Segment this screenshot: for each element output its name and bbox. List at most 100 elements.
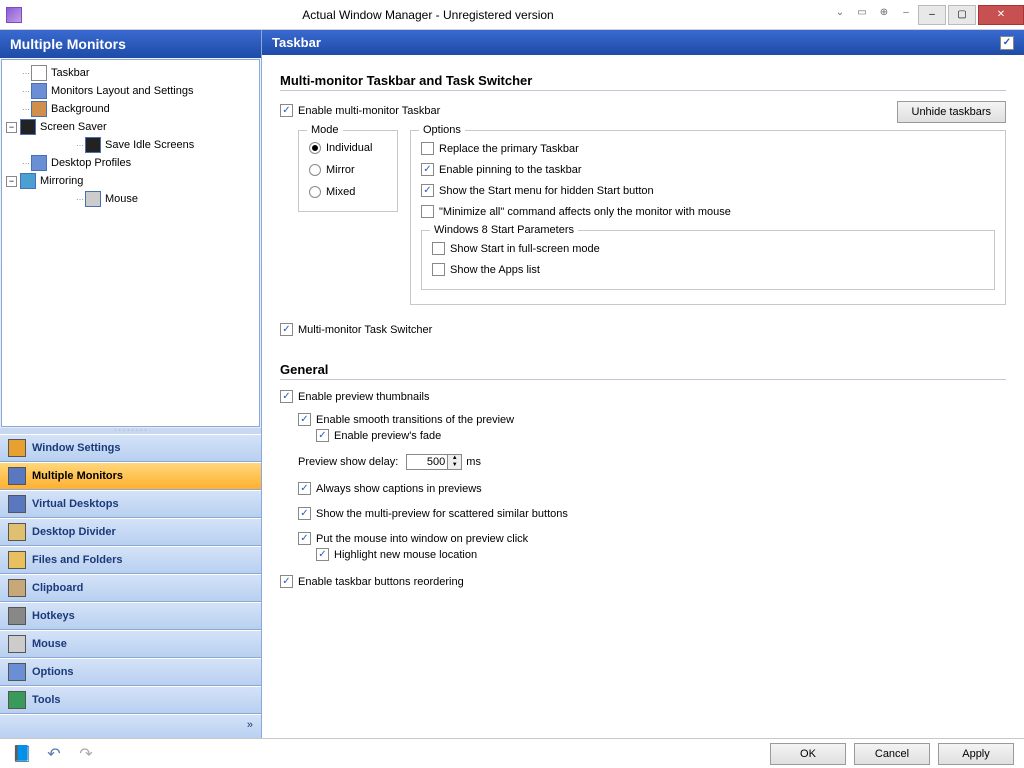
delay-spinner[interactable]: ▲▼ [448, 454, 462, 470]
tree-item-desktop-profiles[interactable]: ⋯Desktop Profiles [4, 154, 257, 172]
tree-label: Mouse [105, 193, 138, 205]
delay-input[interactable] [406, 454, 448, 470]
divider [280, 379, 1006, 380]
highlight-checkbox[interactable] [316, 548, 329, 561]
apply-button[interactable]: Apply [938, 743, 1014, 765]
tree-item-monitors-layout[interactable]: ⋯Monitors Layout and Settings [4, 82, 257, 100]
window-settings-icon [8, 439, 26, 457]
section-multi-monitor-title: Multi-monitor Taskbar and Task Switcher [280, 73, 1006, 88]
mode-mirror-label: Mirror [326, 164, 355, 176]
collapse-icon[interactable]: − [6, 122, 17, 133]
help-icon[interactable]: 📘 [10, 743, 34, 765]
multi-preview-checkbox[interactable] [298, 507, 311, 520]
nav-window-settings[interactable]: Window Settings [0, 434, 261, 462]
header-checkbox[interactable]: ✓ [1000, 36, 1014, 50]
desktop-divider-icon [8, 523, 26, 541]
tree-item-save-idle[interactable]: ⋯Save Idle Screens [40, 136, 257, 154]
enable-multimonitor-label: Enable multi-monitor Taskbar [298, 105, 440, 117]
enable-preview-label: Enable preview thumbnails [298, 391, 429, 403]
win8-fullscreen-label: Show Start in full-screen mode [450, 243, 600, 255]
replace-primary-label: Replace the primary Taskbar [439, 143, 579, 155]
extra-btn-4[interactable]: – [896, 5, 916, 21]
nav-label: Window Settings [32, 442, 121, 454]
nav-options[interactable]: Options [0, 658, 261, 686]
show-start-checkbox[interactable] [421, 184, 434, 197]
enable-preview-checkbox[interactable] [280, 390, 293, 403]
nav-clipboard[interactable]: Clipboard [0, 574, 261, 602]
win8-apps-checkbox[interactable] [432, 263, 445, 276]
undo-icon[interactable]: ↶ [42, 743, 66, 765]
tree-item-background[interactable]: ⋯Background [4, 100, 257, 118]
nav-tools[interactable]: Tools [0, 686, 261, 714]
nav-expand[interactable]: » [0, 714, 261, 738]
reorder-checkbox[interactable] [280, 575, 293, 588]
win8-apps-label: Show the Apps list [450, 264, 540, 276]
tree-item-screen-saver[interactable]: −Screen Saver [4, 118, 257, 136]
unhide-taskbars-button[interactable]: Unhide taskbars [897, 101, 1007, 123]
sidebar: Multiple Monitors ⋯Taskbar ⋯Monitors Lay… [0, 30, 262, 738]
replace-primary-checkbox[interactable] [421, 142, 434, 155]
titlebar: Actual Window Manager - Unregistered ver… [0, 0, 1024, 30]
nav-hotkeys[interactable]: Hotkeys [0, 602, 261, 630]
nav-label: Desktop Divider [32, 526, 116, 538]
preview-fade-checkbox[interactable] [316, 429, 329, 442]
tree-item-taskbar[interactable]: ⋯Taskbar [4, 64, 257, 82]
bottombar: 📘 ↶ ↷ OK Cancel Apply [0, 738, 1024, 768]
tree: ⋯Taskbar ⋯Monitors Layout and Settings ⋯… [1, 59, 260, 427]
extra-btn-3[interactable]: ⊕ [874, 5, 894, 21]
nav-files-folders[interactable]: Files and Folders [0, 546, 261, 574]
delay-label: Preview show delay: [298, 456, 398, 468]
mode-mixed-label: Mixed [326, 186, 355, 198]
titlebar-controls: ⌄ ▭ ⊕ – – ▢ ✕ [828, 5, 1024, 25]
tree-label: Mirroring [40, 175, 83, 187]
enable-pinning-checkbox[interactable] [421, 163, 434, 176]
options-group: Options Replace the primary Taskbar Enab… [410, 130, 1006, 305]
content: Taskbar ✓ Multi-monitor Taskbar and Task… [262, 30, 1024, 738]
extra-btn-1[interactable]: ⌄ [830, 5, 850, 21]
nav-mouse[interactable]: Mouse [0, 630, 261, 658]
mode-mirror-radio[interactable] [309, 164, 321, 176]
close-button[interactable]: ✕ [978, 5, 1024, 25]
tree-label: Taskbar [51, 67, 90, 79]
screensaver-icon [20, 119, 36, 135]
show-start-label: Show the Start menu for hidden Start but… [439, 185, 654, 197]
multi-preview-label: Show the multi-preview for scattered sim… [316, 508, 568, 520]
nav-label: Clipboard [32, 582, 83, 594]
minimize-button[interactable]: – [918, 5, 946, 25]
preview-fade-label: Enable preview's fade [334, 430, 441, 442]
tree-item-mirroring[interactable]: − Mirroring [4, 172, 257, 190]
clipboard-icon [8, 579, 26, 597]
enable-multimonitor-checkbox[interactable] [280, 104, 293, 117]
mouse-into-checkbox[interactable] [298, 532, 311, 545]
redo-icon[interactable]: ↷ [74, 743, 98, 765]
win8-fullscreen-checkbox[interactable] [432, 242, 445, 255]
mode-individual-label: Individual [326, 142, 372, 154]
content-title: Taskbar [272, 35, 321, 50]
smooth-transitions-checkbox[interactable] [298, 413, 311, 426]
spin-down-icon[interactable]: ▼ [448, 462, 461, 469]
ok-button[interactable]: OK [770, 743, 846, 765]
nav-desktop-divider[interactable]: Desktop Divider [0, 518, 261, 546]
tree-label: Background [51, 103, 110, 115]
minimize-all-checkbox[interactable] [421, 205, 434, 218]
task-switcher-checkbox[interactable] [280, 323, 293, 336]
mode-individual-radio[interactable] [309, 142, 321, 154]
nav-label: Virtual Desktops [32, 498, 119, 510]
spin-up-icon[interactable]: ▲ [448, 455, 461, 462]
mode-mixed-radio[interactable] [309, 186, 321, 198]
options-icon [8, 663, 26, 681]
extra-btn-2[interactable]: ▭ [852, 5, 872, 21]
captions-checkbox[interactable] [298, 482, 311, 495]
maximize-button[interactable]: ▢ [948, 5, 976, 25]
nav-label: Tools [32, 694, 61, 706]
task-switcher-label: Multi-monitor Task Switcher [298, 324, 432, 336]
nav-multiple-monitors[interactable]: Multiple Monitors [0, 462, 261, 490]
multiple-monitors-icon [8, 467, 26, 485]
tree-item-mouse[interactable]: ⋯Mouse [40, 190, 257, 208]
nav-virtual-desktops[interactable]: Virtual Desktops [0, 490, 261, 518]
collapse-icon[interactable]: − [6, 176, 17, 187]
tree-label: Save Idle Screens [105, 139, 194, 151]
taskbar-icon [31, 65, 47, 81]
mouse-icon [85, 191, 101, 207]
cancel-button[interactable]: Cancel [854, 743, 930, 765]
